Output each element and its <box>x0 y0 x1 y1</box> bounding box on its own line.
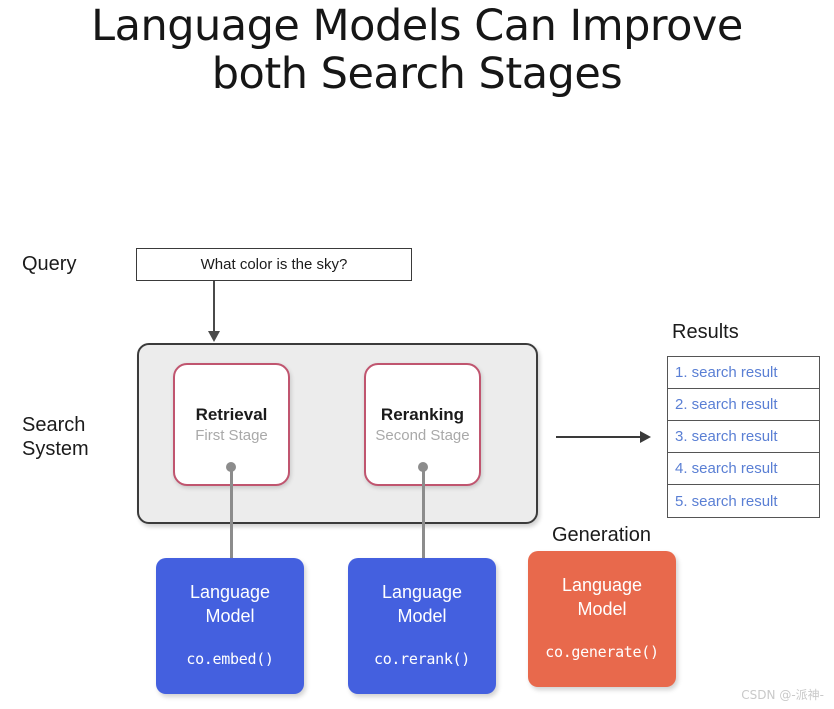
connector-retrieval-to-embed-model <box>225 462 237 576</box>
query-box[interactable]: What color is the sky? <box>136 248 412 281</box>
model-box-generate[interactable]: Language Model co.generate() <box>528 551 676 687</box>
page-title: Language Models Can Improve both Search … <box>0 2 834 98</box>
model-box-rerank[interactable]: Language Model co.rerank() <box>348 558 496 694</box>
diagram-canvas: Language Models Can Improve both Search … <box>0 0 834 709</box>
query-label: Query <box>22 253 77 275</box>
model-api-call: co.generate() <box>545 643 659 661</box>
stage-subtitle: First Stage <box>195 427 268 444</box>
arrow-query-to-system-icon <box>206 281 222 343</box>
stage-title: Reranking <box>380 405 465 424</box>
result-row[interactable]: 1. search result <box>668 357 819 389</box>
watermark: CSDN @-派神- <box>741 688 824 702</box>
query-text: What color is the sky? <box>200 256 348 273</box>
result-row[interactable]: 2. search result <box>668 389 819 421</box>
model-name: Language Model <box>189 582 271 626</box>
title-line-2: both Search Stages <box>211 49 623 99</box>
arrow-head <box>640 431 651 443</box>
connector-line <box>230 466 233 572</box>
arrow-shaft <box>556 436 642 438</box>
model-box-embed[interactable]: Language Model co.embed() <box>156 558 304 694</box>
model-api-call: co.rerank() <box>373 650 471 668</box>
results-label: Results <box>672 321 739 343</box>
model-api-call: co.embed() <box>186 650 274 668</box>
result-row[interactable]: 4. search result <box>668 453 819 485</box>
stage-title: Retrieval <box>195 405 268 424</box>
stage-subtitle: Second Stage <box>375 427 470 444</box>
connector-reranking-to-rerank-model <box>417 462 429 576</box>
arrow-shaft <box>213 281 215 333</box>
arrow-head <box>208 331 220 342</box>
search-system-label: Search System <box>22 414 89 460</box>
results-list: 1. search result 2. search result 3. sea… <box>667 356 820 518</box>
model-name: Language Model <box>561 575 643 619</box>
arrow-system-to-results-icon <box>556 430 652 444</box>
generation-label: Generation <box>552 524 651 546</box>
result-row[interactable]: 5. search result <box>668 485 819 517</box>
result-row[interactable]: 3. search result <box>668 421 819 453</box>
title-line-1: Language Models Can Improve <box>91 1 743 51</box>
model-name: Language Model <box>381 582 463 626</box>
connector-line <box>422 466 425 572</box>
